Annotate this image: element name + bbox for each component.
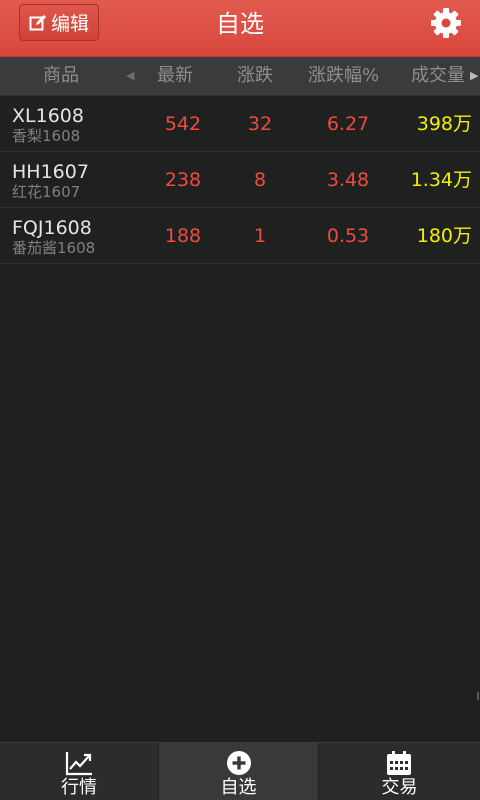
change-percent: 0.53 [326,225,370,247]
price-change: 1 [253,225,267,247]
header-change-percent[interactable]: 涨跌幅% [308,57,379,95]
latest-price: 542 [164,113,202,135]
top-bar: 编辑 自选 [0,0,480,57]
latest-price: 188 [164,225,202,247]
tab-watchlist[interactable]: 自选 [159,743,318,800]
change-percent: 6.27 [326,113,370,135]
calendar-icon [387,751,411,775]
latest-price: 238 [164,169,202,191]
column-header: 商品 ◀ 最新 涨跌 涨跌幅% 成交量 ▶ [0,57,480,96]
list-item[interactable]: HH1607 红花1607 238 8 3.48 1.34万 [0,152,480,208]
tab-market[interactable]: 行情 [0,743,158,800]
contract-symbol: HH1607 [12,161,89,183]
volume: 1.34万 [410,169,472,191]
header-volume[interactable]: 成交量 [411,57,465,95]
volume: 398万 [416,113,472,135]
page-title: 自选 [216,10,264,38]
tab-trade-label: 交易 [381,777,418,798]
scrollbar[interactable] [477,692,479,700]
tab-market-label: 行情 [61,777,97,798]
tab-trade[interactable]: 交易 [319,743,480,800]
contract-name: 香梨1608 [12,127,81,145]
plus-circle-icon [227,751,251,775]
contract-name: 红花1607 [12,183,81,201]
contract-symbol: FQJ1608 [12,217,92,239]
scroll-left-arrow-icon[interactable]: ◀ [126,57,134,95]
app-screen: 编辑 自选 商品 ◀ 最新 涨跌 涨跌幅% 成交量 ▶ XL1608 香梨160… [0,0,480,800]
header-change[interactable]: 涨跌 [237,57,273,95]
tab-watchlist-label: 自选 [220,777,257,798]
header-goods[interactable]: 商品 [43,57,79,95]
list-item[interactable]: FQJ1608 番茄酱1608 188 1 0.53 180万 [0,208,480,264]
change-percent: 3.48 [326,169,370,191]
chart-icon [65,752,92,776]
contract-symbol: XL1608 [12,105,84,127]
price-change: 8 [253,169,267,191]
scroll-right-arrow-icon[interactable]: ▶ [470,57,478,95]
price-change: 32 [247,113,273,135]
watchlist: XL1608 香梨1608 542 32 6.27 398万 HH1607 红花… [0,96,480,264]
contract-name: 番茄酱1608 [12,239,96,257]
bottom-nav: 行情 自选 交易 [0,742,480,800]
gear-icon[interactable] [430,7,462,39]
volume: 180万 [416,225,472,247]
list-item[interactable]: XL1608 香梨1608 542 32 6.27 398万 [0,96,480,152]
header-latest[interactable]: 最新 [157,57,193,95]
